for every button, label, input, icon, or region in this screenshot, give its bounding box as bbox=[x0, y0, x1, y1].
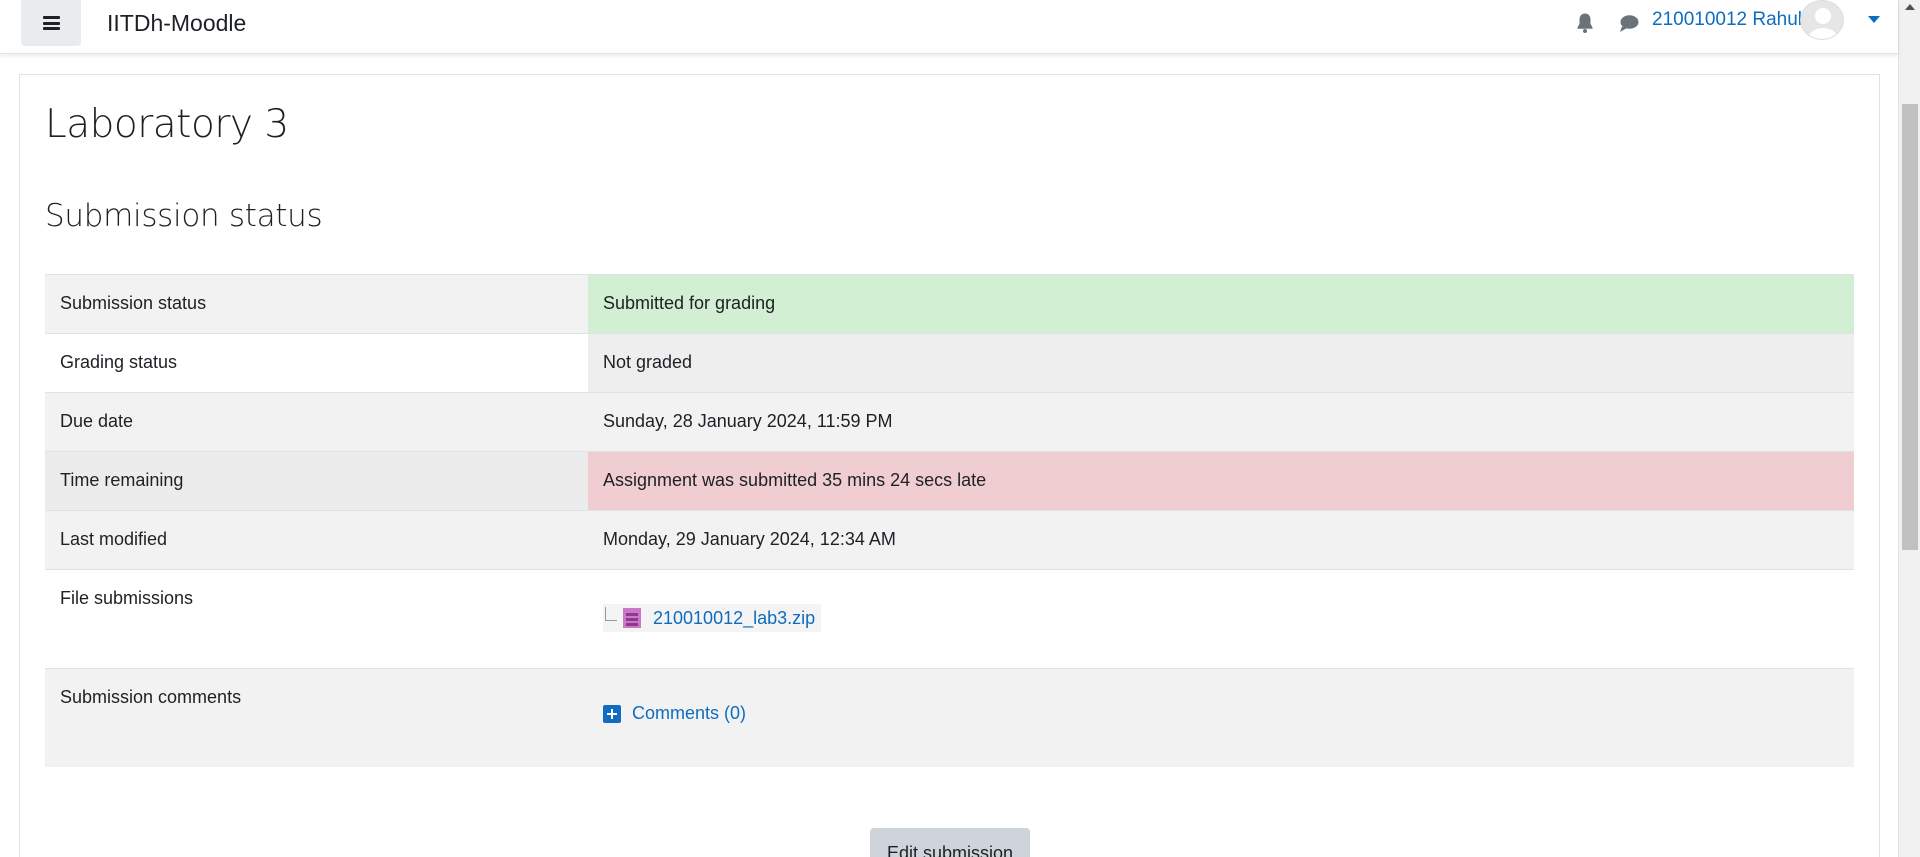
row-label: File submissions bbox=[60, 588, 194, 608]
site-brand[interactable]: IITDh-Moodle bbox=[107, 10, 246, 37]
row-label: Time remaining bbox=[45, 452, 588, 510]
plus-square-icon[interactable] bbox=[603, 704, 621, 723]
avatar-icon[interactable] bbox=[1800, 0, 1844, 40]
row-label: Grading status bbox=[45, 334, 588, 392]
submission-status-table: Submission status Submitted for grading … bbox=[45, 274, 1854, 767]
submission-status-value: Submitted for grading bbox=[588, 275, 1854, 333]
grading-status-value: Not graded bbox=[588, 334, 1854, 392]
table-row: Due date Sunday, 28 January 2024, 11:59 … bbox=[45, 392, 1854, 451]
due-date-value: Sunday, 28 January 2024, 11:59 PM bbox=[603, 411, 893, 431]
page-scrollbar[interactable] bbox=[1898, 0, 1920, 857]
comments-toggle[interactable]: Comments (0) bbox=[603, 703, 1839, 724]
table-row: Last modified Monday, 29 January 2024, 1… bbox=[45, 510, 1854, 569]
table-row: Submission comments Comments (0) bbox=[45, 668, 1854, 767]
row-label: Submission status bbox=[45, 275, 588, 333]
scroll-thumb[interactable] bbox=[1902, 104, 1918, 550]
edit-submission-button[interactable]: Edit submission bbox=[870, 828, 1030, 857]
submission-comments-value: Comments (0) bbox=[588, 669, 1854, 767]
page-title: Laboratory 3 bbox=[45, 102, 289, 147]
table-row: Time remaining Assignment was submitted … bbox=[45, 451, 1854, 510]
menu-icon bbox=[42, 16, 60, 30]
top-navbar: IITDh-Moodle 210010012 Rahul bbox=[0, 0, 1898, 54]
time-remaining-value: Assignment was submitted 35 mins 24 secs… bbox=[588, 452, 1854, 510]
file-link[interactable]: 210010012_lab3.zip bbox=[653, 608, 815, 629]
chat-icon[interactable] bbox=[1617, 11, 1641, 35]
comments-link[interactable]: Comments (0) bbox=[632, 703, 746, 724]
table-row: Grading status Not graded bbox=[45, 333, 1854, 392]
file-tree-item: 210010012_lab3.zip bbox=[603, 604, 822, 632]
file-submissions-value: 210010012_lab3.zip bbox=[588, 570, 1854, 668]
tree-connector bbox=[605, 607, 617, 621]
caret-down-icon[interactable] bbox=[1868, 16, 1880, 23]
last-modified-value: Monday, 29 January 2024, 12:34 AM bbox=[603, 529, 896, 549]
table-row: File submissions 210010012_lab3.zip bbox=[45, 569, 1854, 668]
row-label: Last modified bbox=[60, 529, 168, 549]
user-menu-name[interactable]: 210010012 Rahul bbox=[1652, 9, 1802, 31]
row-label: Submission comments bbox=[60, 687, 242, 707]
row-label: Due date bbox=[60, 411, 134, 431]
table-row: Submission status Submitted for grading bbox=[45, 274, 1854, 333]
drawer-toggle-button[interactable] bbox=[21, 0, 81, 46]
bell-icon[interactable] bbox=[1573, 11, 1597, 35]
zip-file-icon bbox=[623, 608, 641, 628]
scroll-up-arrow-icon[interactable] bbox=[1905, 4, 1915, 10]
section-title: Submission status bbox=[45, 198, 323, 234]
